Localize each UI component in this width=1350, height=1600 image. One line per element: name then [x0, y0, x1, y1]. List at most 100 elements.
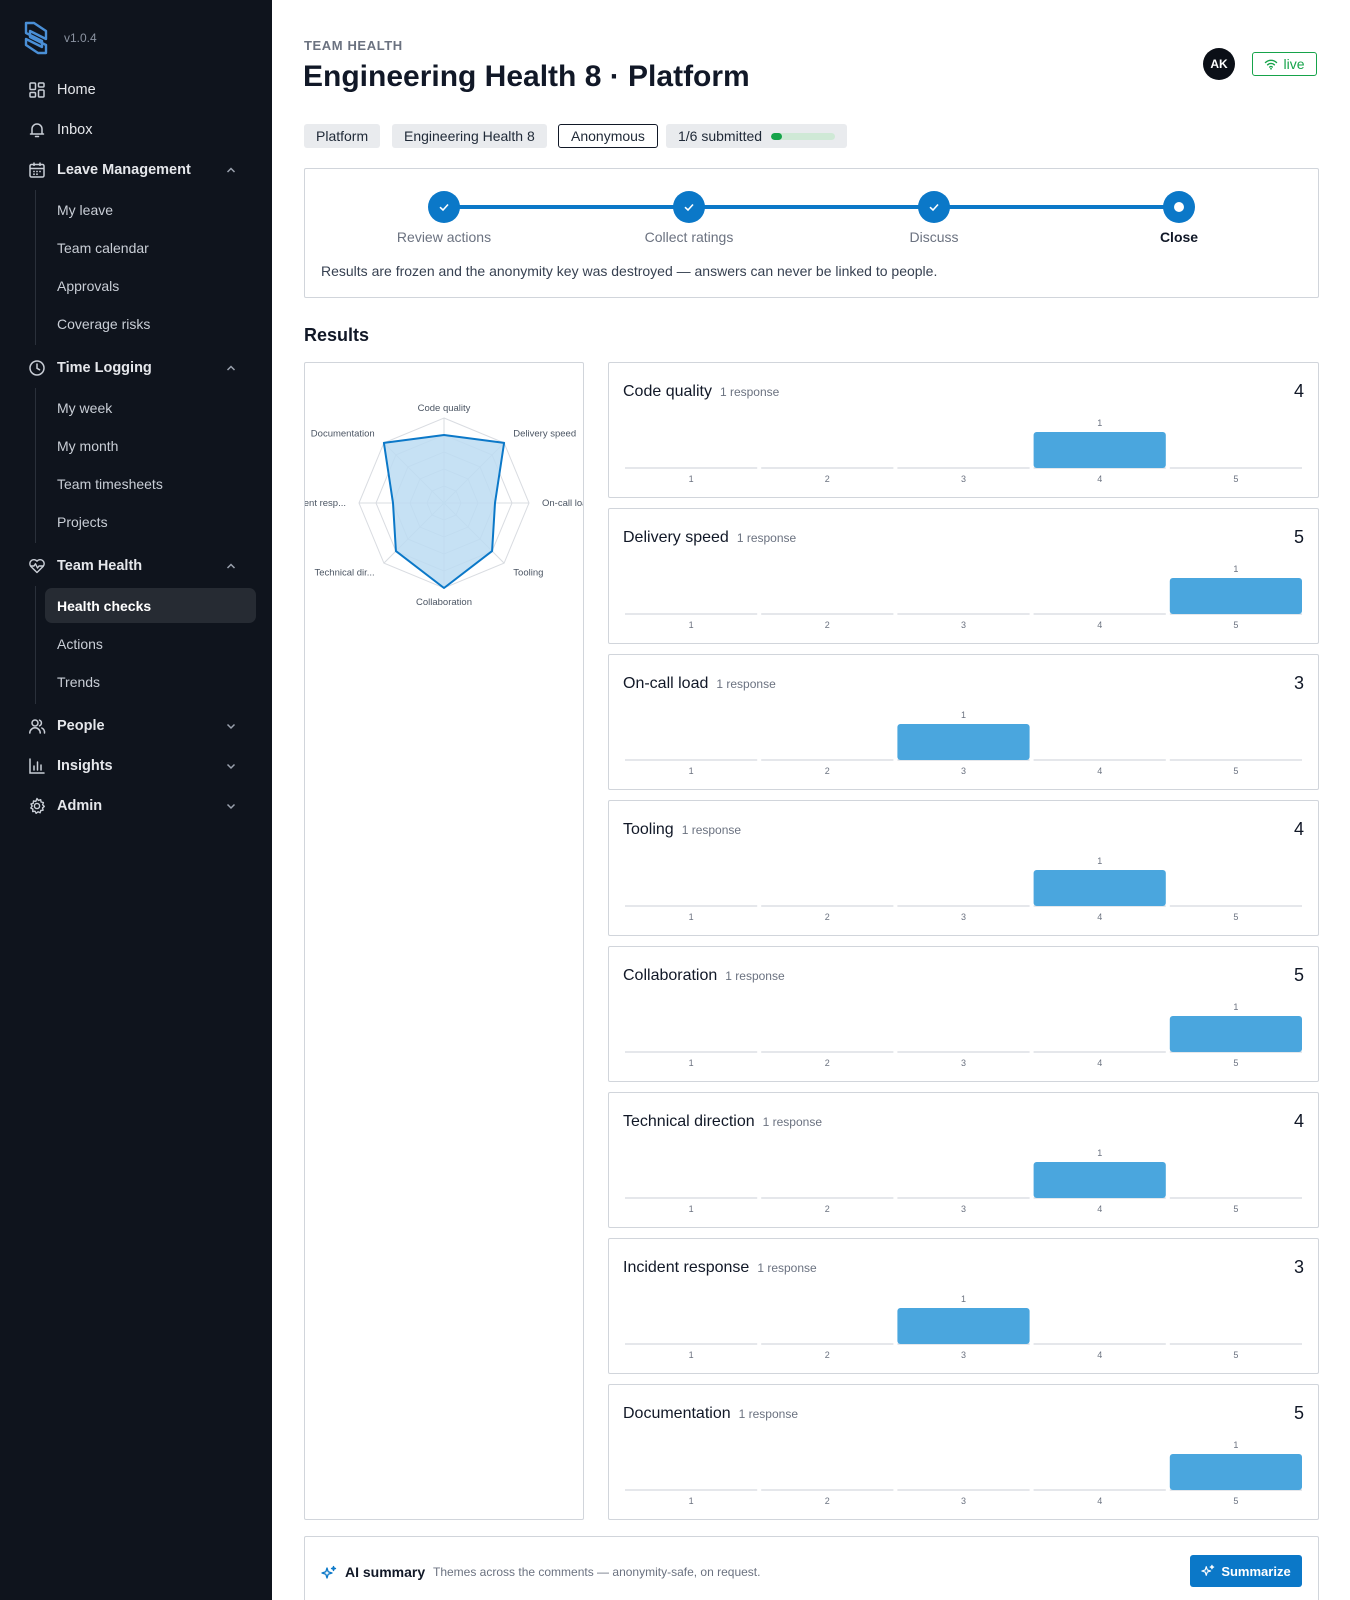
metric-name: Technical direction: [623, 1113, 755, 1130]
metric-response-count: 1 response: [738, 1407, 798, 1421]
metric-score: 4: [1293, 381, 1304, 401]
step-label: Discuss: [909, 229, 959, 245]
metric-response-count: 1 response: [736, 531, 797, 545]
metric-histogram: 1 2 3 1 4 5: [625, 418, 1302, 483]
step-discuss-done[interactable]: [918, 191, 950, 223]
metric-response-count: 1 response: [762, 1115, 822, 1129]
histogram-tick-label: 2: [825, 1350, 830, 1359]
histogram-tick-label: 1: [689, 474, 694, 483]
step-label: Review actions: [396, 229, 492, 245]
summarize-button[interactable]: Summarize: [1190, 1555, 1302, 1587]
radar-axis-label: Documentation: [311, 429, 375, 440]
histogram-tick-label: 1: [689, 1204, 694, 1213]
nav-team-timesheets[interactable]: Team timesheets: [57, 469, 247, 499]
histogram-bar: [1169, 578, 1302, 614]
chevron-down-icon: [226, 803, 236, 810]
chevron-up-icon: [226, 365, 236, 371]
radar-axis-label: ident resp...: [305, 498, 346, 509]
nav-group-people[interactable]: People: [28, 711, 244, 741]
histogram-tick-label: 2: [825, 1204, 830, 1213]
histogram-tick-label: 4: [1097, 1350, 1102, 1359]
nav-group-insights[interactable]: Insights: [28, 751, 244, 781]
step-review-actions-done[interactable]: [428, 191, 460, 223]
step-label-current: Close: [1159, 229, 1199, 245]
metric-score: 5: [1293, 1403, 1304, 1423]
logo-icon[interactable]: [18, 19, 54, 57]
nav-actions[interactable]: Actions: [57, 629, 247, 659]
nav-projects[interactable]: Projects: [57, 507, 247, 537]
nav-coverage-risks[interactable]: Coverage risks: [57, 309, 247, 339]
histogram-data-label: 1: [1097, 418, 1102, 428]
histogram-tick-label: 2: [825, 474, 830, 483]
metric-score: 5: [1293, 965, 1304, 985]
histogram-tick-label: 1: [689, 1350, 694, 1359]
avatar[interactable]: AK: [1203, 48, 1235, 80]
submitted-label: 1/6 submitted: [678, 128, 763, 144]
metric-title: Documentation 1 response: [623, 1405, 798, 1423]
histogram-tick-label: 1: [689, 620, 694, 629]
histogram-tick-label: 5: [1233, 1058, 1238, 1067]
stepper-track: [444, 205, 1180, 209]
nav-my-week[interactable]: My week: [57, 393, 247, 423]
calendar-icon: [28, 161, 46, 179]
metric-histogram: 1 2 3 4 1 5: [625, 1002, 1302, 1067]
histogram-tick-label: 5: [1233, 474, 1238, 483]
histogram-data-label: 1: [961, 710, 966, 720]
histogram-data-label: 1: [1233, 1440, 1238, 1450]
nav-my-leave[interactable]: My leave: [57, 195, 247, 225]
histogram-tick-label: 4: [1097, 1204, 1102, 1213]
nav-inbox[interactable]: Inbox: [28, 115, 244, 145]
histogram-tick-label: 4: [1097, 474, 1102, 483]
nav-group-health[interactable]: Team Health: [28, 551, 244, 581]
ai-summary-subtitle: Themes across the comments — anonymity-s…: [433, 1565, 761, 1579]
chevron-up-icon: [226, 563, 236, 569]
histogram-bar: [1033, 432, 1166, 468]
nav-team-calendar[interactable]: Team calendar: [57, 233, 247, 263]
leave-submenu-line: [35, 190, 36, 345]
metric-title: Code quality 1 response: [623, 383, 779, 401]
anonymous-chip: Anonymous: [558, 124, 658, 148]
step-label: Collect ratings: [644, 229, 734, 245]
nav-approvals[interactable]: Approvals: [57, 271, 247, 301]
stepper-note: Results are frozen and the anonymity key…: [321, 263, 938, 279]
bar-chart-icon: [28, 757, 46, 775]
histogram-tick-label: 2: [825, 620, 830, 629]
metric-name: Delivery speed: [623, 529, 729, 546]
metric-name: Tooling: [623, 821, 674, 838]
histogram-bar: [897, 1308, 1030, 1344]
ai-summary-title: AI summary: [345, 1564, 426, 1580]
radar-axis-label: Tooling: [513, 567, 543, 578]
nav-group-leave[interactable]: Leave Management: [28, 155, 244, 185]
metric-name: Collaboration: [623, 967, 718, 984]
step-collect-ratings-done[interactable]: [673, 191, 705, 223]
histogram-tick-label: 4: [1097, 1058, 1102, 1067]
histogram-data-label: 1: [961, 1294, 966, 1304]
histogram-tick-label: 5: [1233, 1350, 1238, 1359]
metric-score: 4: [1293, 819, 1304, 839]
nav-group-admin[interactable]: Admin: [28, 791, 244, 821]
nav-my-month[interactable]: My month: [57, 431, 247, 461]
nav-home[interactable]: Home: [28, 75, 244, 105]
histogram-data-label: 1: [1097, 1148, 1102, 1158]
ai-summary-card: AI summary Themes across the comments — …: [304, 1536, 1319, 1600]
metric-card: Documentation 1 response 5 1 2 3 4 1 5: [608, 1384, 1319, 1520]
nav-group-time[interactable]: Time Logging: [28, 353, 244, 383]
clock-icon: [28, 359, 46, 377]
metric-histogram: 1 2 3 1 4 5: [625, 1148, 1302, 1213]
histogram-tick-label: 1: [689, 912, 694, 921]
check-icon: [929, 203, 939, 212]
nav-trends[interactable]: Trends: [57, 667, 247, 697]
radar-axis-label: Technical dir...: [315, 567, 375, 578]
histogram-tick-label: 4: [1097, 1496, 1102, 1505]
histogram-tick-label: 2: [825, 1496, 830, 1505]
metric-score: 3: [1293, 1257, 1304, 1277]
nav-group-people-label: People: [57, 718, 105, 734]
histogram-bar: [1169, 1454, 1302, 1490]
chevron-down-icon: [226, 763, 236, 770]
health-submenu-line: [35, 586, 36, 704]
radar-chart-card: Code quality Delivery speed On-call loa Too…: [304, 362, 584, 1520]
histogram-tick-label: 1: [689, 1496, 694, 1505]
nav-health-checks[interactable]: Health checks: [45, 588, 256, 623]
step-close-current[interactable]: [1163, 191, 1195, 223]
metric-response-count: 1 response: [719, 385, 780, 399]
